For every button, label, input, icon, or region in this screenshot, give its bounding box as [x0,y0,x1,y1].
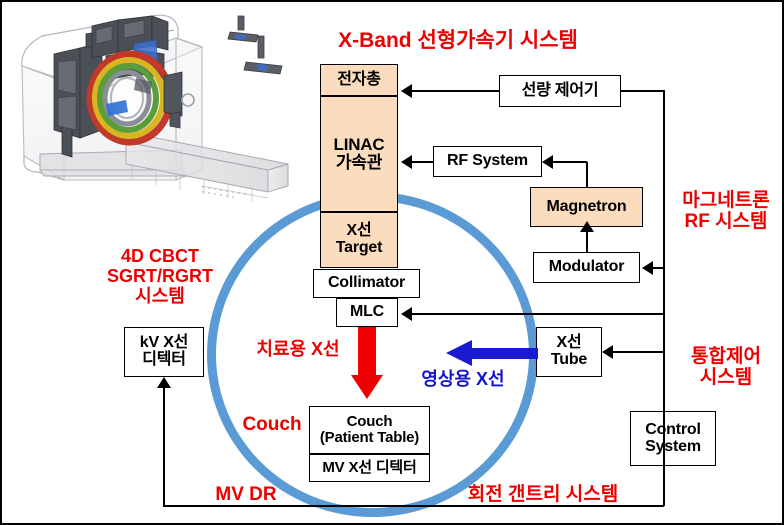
box-rf-system: RF System [433,146,542,177]
label-mv-dr: MV DR [215,484,277,505]
line-bottom-bus [163,505,664,507]
label-imaging-beam: 영상용 X선 [421,369,505,389]
box-couch-patient-table: Couch (Patient Table) [309,406,430,454]
line-magnetron-to-rf-h [553,161,587,163]
treatment-beam-arrow [351,327,383,399]
line-bus-to-mlc [412,313,663,315]
label-integrated-control-system: 통합제어 시스템 [691,346,761,389]
box-xray-tube: X선 Tube [536,327,602,377]
arrowhead-bus-to-xray-tube [602,345,613,359]
imaging-beam-arrow [446,340,538,366]
arrowhead-rf-to-linac [401,155,412,169]
arrowhead-dose-to-gun [401,84,412,98]
line-bus-to-control-system [663,411,665,506]
arrowhead-magnetron-to-rf [542,155,553,169]
box-linac: LINAC 가속관 [320,96,398,212]
label-4d-cbct-sgrt-rgrt-system: 4D CBCT SGRT/RGRT 시스템 [107,246,213,307]
box-dose-controller: 선량 제어기 [499,75,621,107]
box-xray-target: X선 Target [320,212,398,268]
line-rf-to-linac [412,161,434,163]
label-magnetron-rf-system: 마그네트론 RF 시스템 [682,190,770,233]
arrowhead-to-kv-detector [157,377,171,388]
line-bus-to-xray-tube [613,351,665,353]
line-dose-to-right-bus [621,90,665,92]
line-magnetron-to-rf-v [586,162,588,188]
box-control-system: Control System [630,411,716,466]
box-mlc: MLC [336,298,398,327]
arrowhead-bus-to-mlc [401,307,412,321]
linac-3d-render [6,4,306,236]
box-collimator: Collimator [313,269,420,298]
box-modulator: Modulator [533,252,640,283]
box-kv-detector: kV X선 디텍터 [124,327,204,377]
diagram-canvas: X-Band 선형가속기 시스템 전자총 LINAC 가속관 X선 Target… [0,0,784,525]
box-electron-gun: 전자총 [320,64,398,96]
line-bottom-to-kv-detector [163,387,165,506]
line-modulator-to-magnetron [586,230,588,253]
title-xband-linac-system: X-Band 선형가속기 시스템 [338,29,578,52]
line-bus-to-modulator [653,267,665,269]
label-couch: Couch [242,414,302,435]
label-treatment-beam: 치료용 X선 [256,339,340,359]
line-dose-to-gun [412,90,499,92]
box-mv-detector: MV X선 디텍터 [309,454,430,482]
arrowhead-bus-to-modulator [642,261,653,275]
arrowhead-modulator-to-magnetron [580,221,594,232]
label-rotating-gantry-system: 회전 갠트리 시스템 [467,484,619,505]
